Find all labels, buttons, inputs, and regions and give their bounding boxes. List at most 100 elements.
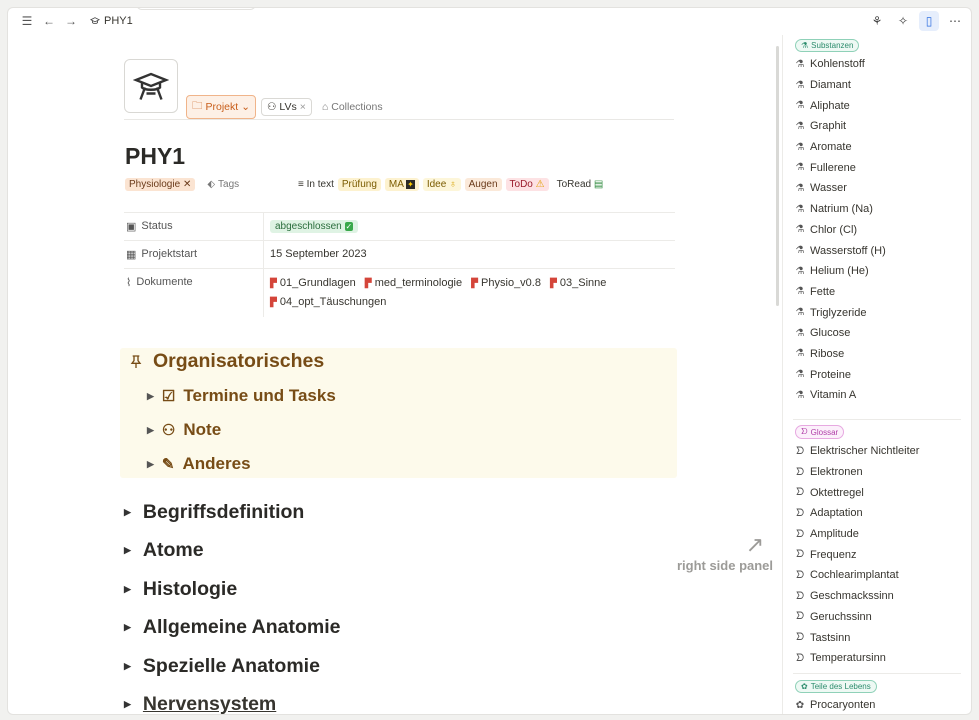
toggle-termine[interactable]: ▶ ☑ Termine und Tasks	[147, 386, 336, 406]
graph-icon[interactable]: ⚘	[867, 11, 887, 31]
breadcrumb[interactable]: PHY1	[90, 15, 133, 27]
section-tag-substanzen[interactable]: ⚗ Substanzen	[795, 39, 860, 52]
property-key[interactable]: ⌇ Dokumente	[124, 269, 264, 317]
ma-emoji-icon: ✦	[406, 180, 415, 189]
lvs-pill[interactable]: ⚇ LVs ×	[261, 98, 312, 116]
property-value[interactable]: 15 September 2023	[264, 241, 675, 268]
panel-item[interactable]: ᗤ Geruchssinn	[795, 607, 919, 628]
toggle-triangle-icon[interactable]: ▶	[124, 661, 131, 672]
panel-item[interactable]: ⚗ Chlor (Cl)	[795, 220, 886, 241]
toggle-triangle-icon[interactable]: ▶	[124, 584, 131, 595]
forward-arrow-icon[interactable]: →	[62, 14, 80, 28]
property-key[interactable]: ▣ Status	[124, 213, 264, 240]
toggle-allgemeine-anatomie[interactable]: ▶ Allgemeine Anatomie	[124, 616, 341, 639]
pdf-icon: ▛	[364, 278, 372, 288]
panel-item-label: Graphit	[810, 120, 847, 133]
tags-add[interactable]: ⬖ Tags	[207, 179, 239, 190]
pin-icon	[130, 354, 142, 368]
property-value[interactable]: abgeschlossen ✓	[264, 213, 675, 240]
toggle-triangle-icon[interactable]: ▶	[124, 699, 131, 710]
toggle-spezielle-anatomie[interactable]: ▶ Spezielle Anatomie	[124, 655, 320, 678]
panel-item[interactable]: ᗤ Temperatursinn	[795, 648, 919, 669]
panel-item[interactable]: ⚗ Aromate	[795, 137, 886, 158]
toggle-note[interactable]: ▶ ⚇ Note	[147, 420, 221, 440]
panel-item[interactable]: ⚗ Proteine	[795, 364, 886, 385]
toggle-begriffsdefinition[interactable]: ▶ Begriffsdefinition	[124, 501, 304, 524]
panel-item-label: Kohlenstoff	[810, 58, 865, 71]
panel-item[interactable]: ⚗ Helium (He)	[795, 261, 886, 282]
collections-link[interactable]: ⌂ Collections	[316, 99, 388, 115]
toggle-triangle-icon[interactable]: ▶	[147, 425, 154, 436]
status-badge[interactable]: abgeschlossen ✓	[270, 220, 359, 233]
panel-item[interactable]: ⚗ Vitamin A	[795, 385, 886, 406]
panel-item[interactable]: ᗤ Elektronen	[795, 462, 919, 483]
panel-item[interactable]: ᗤ Geschmackssinn	[795, 586, 919, 607]
panel-item[interactable]: ⚗ Triglyzeride	[795, 302, 886, 323]
tag-icon: ⬖	[207, 179, 216, 190]
panel-item[interactable]: ⚗ Fullerene	[795, 157, 886, 178]
panel-item[interactable]: ᗤ Adaptation	[795, 503, 919, 524]
glossary-icon: ᗤ	[795, 611, 805, 623]
panel-item[interactable]: ᗤ Amplitude	[795, 524, 919, 545]
pin-icon[interactable]: ✧	[893, 11, 913, 31]
book-icon: ▤	[593, 179, 604, 190]
toggle-histologie[interactable]: ▶ Histologie	[124, 578, 237, 601]
panel-scrollbar[interactable]	[971, 415, 972, 525]
toggle-anderes[interactable]: ▶ ✎ Anderes	[147, 454, 251, 474]
panel-item[interactable]: ⚗ Wasser	[795, 178, 886, 199]
toggle-nervensystem[interactable]: ▶ Nervensystem	[124, 693, 276, 714]
panel-item[interactable]: ᗤ Cochlearimplantat	[795, 565, 919, 586]
toggle-atome[interactable]: ▶ Atome	[124, 539, 204, 562]
toggle-triangle-icon[interactable]: ▶	[124, 545, 131, 556]
toggle-label[interactable]: Nervensystem	[143, 693, 276, 714]
toggle-triangle-icon[interactable]: ▶	[124, 507, 131, 518]
document-name: 01_Grundlagen	[279, 277, 356, 289]
tag-augen[interactable]: Augen	[464, 178, 502, 191]
back-arrow-icon[interactable]: ←	[40, 14, 58, 28]
toggle-triangle-icon[interactable]: ▶	[147, 459, 154, 470]
callout-heading[interactable]: Organisatorisches	[128, 350, 324, 373]
toggle-triangle-icon[interactable]: ▶	[147, 391, 154, 402]
close-icon[interactable]: ×	[300, 101, 306, 113]
main-scrollbar[interactable]	[776, 46, 779, 306]
section-tag-leben[interactable]: ✿ Teile des Lebens	[795, 680, 877, 693]
panel-item[interactable]: ⚗ Natrium (Na)	[795, 199, 886, 220]
flask-icon: ⚗	[795, 307, 805, 319]
tag-ma[interactable]: MA ✦	[384, 178, 419, 191]
panel-item-label: Wasser	[810, 182, 847, 195]
panel-item[interactable]: ᗤ Oktettregel	[795, 482, 919, 503]
panel-item[interactable]: ᗤ Tastsinn	[795, 627, 919, 648]
panel-item[interactable]: ⚗ Ribose	[795, 344, 886, 365]
tag-idee[interactable]: Idee ♁	[422, 178, 461, 191]
panel-item[interactable]: ⚗ Wasserstoff (H)	[795, 240, 886, 261]
page-icon[interactable]	[124, 59, 178, 113]
document-link[interactable]: ▛ 04_opt_Täuschungen	[270, 295, 386, 310]
document-link[interactable]: ▛ 03_Sinne	[550, 276, 606, 291]
project-pill[interactable]: 🗀 Projekt ⌄	[186, 95, 256, 119]
toggle-triangle-icon[interactable]: ▶	[124, 622, 131, 633]
page-title[interactable]: PHY1	[125, 143, 185, 170]
panel-item[interactable]: ✿ Procaryonten	[795, 695, 877, 714]
panel-item[interactable]: ⚗ Glucose	[795, 323, 886, 344]
warning-icon: ⚠	[535, 179, 545, 190]
document-link[interactable]: ▛ 01_Grundlagen	[270, 276, 356, 291]
document-link[interactable]: ▛ Physio_v0.8	[471, 276, 541, 291]
side-panel-toggle-icon[interactable]: ▯	[919, 11, 939, 31]
panel-item[interactable]: ⚗ Aliphate	[795, 95, 886, 116]
panel-item[interactable]: ⚗ Fette	[795, 282, 886, 303]
more-icon[interactable]: ⋯	[945, 11, 965, 31]
menu-icon[interactable]: ☰	[18, 14, 36, 28]
tag-toread[interactable]: ToRead ▤	[552, 178, 608, 191]
section-tag-glossar[interactable]: ᗤ Glossar	[795, 425, 845, 439]
panel-item[interactable]: ⚗ Kohlenstoff	[795, 54, 886, 75]
close-icon[interactable]: ✕	[183, 179, 191, 190]
tag-physiologie[interactable]: Physiologie ✕	[125, 178, 196, 191]
document-link[interactable]: ▛ med_terminologie	[365, 276, 462, 291]
tag-pruefung[interactable]: Prüfung	[337, 178, 381, 191]
panel-item[interactable]: ᗤ Frequenz	[795, 544, 919, 565]
property-key[interactable]: ▦ Projektstart	[124, 241, 264, 268]
panel-item[interactable]: ⚗ Graphit	[795, 116, 886, 137]
panel-item[interactable]: ᗤ Elektrischer Nichtleiter	[795, 441, 920, 462]
tag-todo[interactable]: ToDo ⚠	[505, 178, 549, 191]
panel-item[interactable]: ⚗ Diamant	[795, 75, 886, 96]
